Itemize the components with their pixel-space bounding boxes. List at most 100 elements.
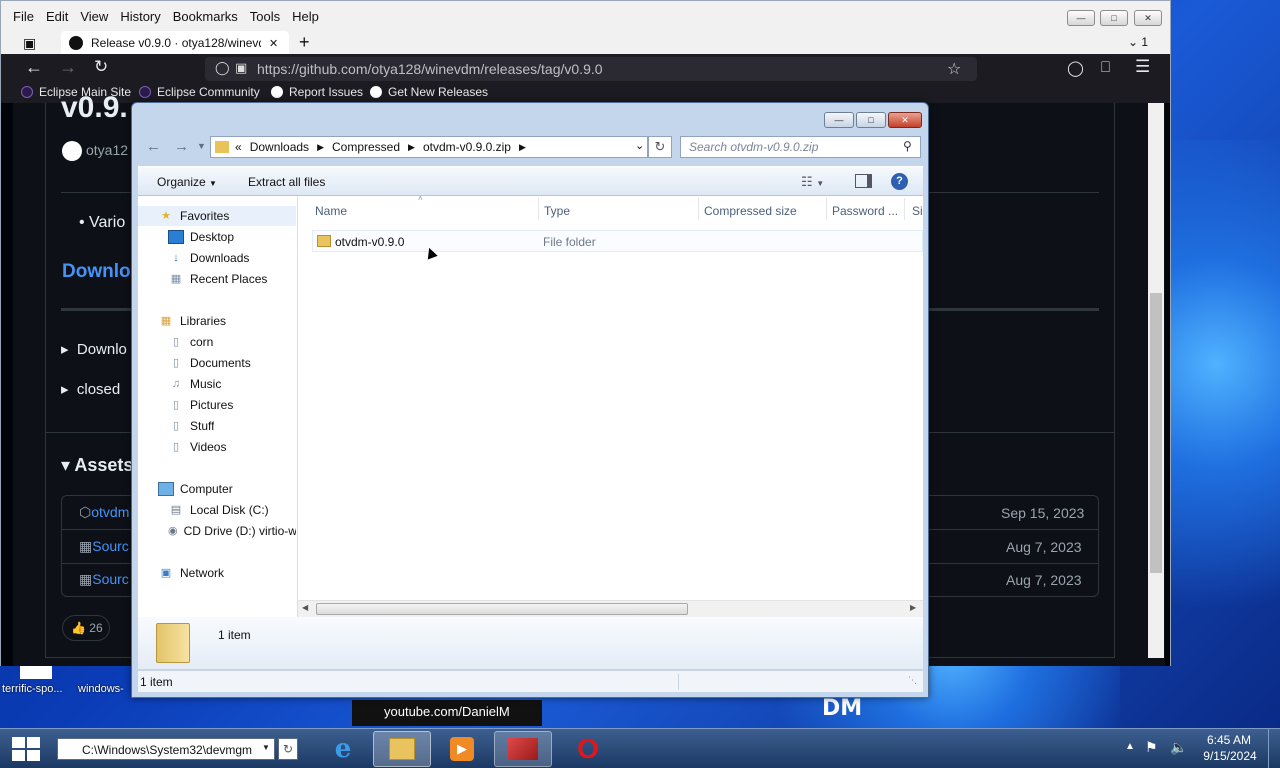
search-input[interactable]: Search otvdm-v0.9.0.zip ⚲ xyxy=(680,136,921,158)
horizontal-scrollbar[interactable]: ◀ ▶ xyxy=(298,600,923,617)
extensions-icon[interactable]: ⎕ xyxy=(1101,59,1110,76)
taskbar-internet-explorer[interactable]: e xyxy=(314,731,372,767)
start-button[interactable] xyxy=(12,737,40,761)
asset-link[interactable]: ▦Sourc xyxy=(79,538,129,555)
hamburger-menu-icon[interactable]: ☰ xyxy=(1135,57,1150,77)
taskbar-media-player[interactable]: ▶ xyxy=(433,731,491,767)
back-button[interactable]: ← xyxy=(146,138,161,155)
address-go-button[interactable]: ↻ xyxy=(278,738,298,760)
menu-file[interactable]: File xyxy=(13,9,34,24)
menu-history[interactable]: History xyxy=(120,9,160,24)
assets-toggle[interactable]: ▾ Assets xyxy=(61,455,133,476)
desktop-icon-terrific[interactable]: terrific-spo... xyxy=(2,683,63,695)
address-dropdown-icon[interactable]: ⌄ xyxy=(635,139,644,152)
search-icon[interactable]: ⚲ xyxy=(903,139,912,153)
chevron-down-icon[interactable]: ▼ xyxy=(262,743,270,752)
menu-edit[interactable]: Edit xyxy=(46,9,68,24)
account-icon[interactable]: ◯ xyxy=(1067,59,1084,77)
menu-bookmarks[interactable]: Bookmarks xyxy=(173,9,238,24)
new-tab-button[interactable]: + xyxy=(299,32,310,53)
column-compressed-size[interactable]: Compressed size xyxy=(704,204,797,218)
forward-button[interactable]: → xyxy=(59,57,77,78)
minimize-button[interactable]: — xyxy=(1067,10,1095,26)
maximize-button[interactable]: □ xyxy=(1100,10,1128,26)
nav-computer[interactable]: Computer xyxy=(158,482,233,496)
breadcrumb-compressed[interactable]: Compressed xyxy=(332,140,400,154)
close-button[interactable]: ✕ xyxy=(1134,10,1162,26)
nav-library-corn[interactable]: ▯ corn xyxy=(168,335,213,349)
lock-icon[interactable]: ▣ xyxy=(235,60,247,76)
taskbar-app[interactable] xyxy=(494,731,552,767)
nav-library-pictures[interactable]: ▯ Pictures xyxy=(168,398,233,412)
page-scrollbar[interactable] xyxy=(1148,103,1164,658)
explorer-close-button[interactable]: ✕ xyxy=(888,112,922,128)
nav-library-stuff[interactable]: ▯ Stuff xyxy=(168,419,215,433)
details-toggle-1[interactable]: ▸ Downlo xyxy=(61,340,127,358)
nav-local-disk[interactable]: ▤ Local Disk (C:) xyxy=(168,503,269,517)
nav-network[interactable]: ▣ Network xyxy=(158,566,224,580)
column-name[interactable]: Name xyxy=(315,204,347,218)
details-toggle-2[interactable]: ▸ closed xyxy=(61,380,120,398)
explorer-maximize-button[interactable]: □ xyxy=(856,112,886,128)
nav-cd-drive[interactable]: ◉ CD Drive (D:) virtio-w xyxy=(168,524,296,538)
reaction-button[interactable]: 👍 26 xyxy=(62,615,110,641)
bookmark-star-icon[interactable]: ☆ xyxy=(947,59,961,79)
asset-link[interactable]: ▦Sourc xyxy=(79,571,129,588)
reload-button[interactable]: ↻ xyxy=(94,57,108,77)
clock-time[interactable]: 6:45 AM xyxy=(1205,733,1253,747)
nav-downloads[interactable]: ↓ Downloads xyxy=(168,251,249,265)
tab-close-icon[interactable]: ✕ xyxy=(269,37,278,50)
download-link[interactable]: Downlo xyxy=(62,261,131,283)
breadcrumb-downloads[interactable]: Downloads xyxy=(250,140,309,154)
volume-muted-icon[interactable]: 🔈 xyxy=(1170,739,1187,756)
nav-library-videos[interactable]: ▯ Videos xyxy=(168,440,227,454)
menu-view[interactable]: View xyxy=(80,9,108,24)
refresh-button[interactable]: ↻ xyxy=(648,136,672,158)
menu-tools[interactable]: Tools xyxy=(250,9,280,24)
tab-active[interactable]: Release v0.9.0 · otya128/winevdm ✕ xyxy=(61,31,289,55)
scroll-right-icon[interactable]: ▶ xyxy=(910,603,916,612)
bookmark-report-issues[interactable]: Report Issues xyxy=(271,85,363,99)
chevron-right-icon[interactable]: ▶ xyxy=(317,142,324,153)
address-bar[interactable]: « Downloads ▶ Compressed ▶ otvdm-v0.9.0.… xyxy=(210,136,648,158)
avatar[interactable] xyxy=(62,141,82,161)
organize-button[interactable]: Organize ▼ xyxy=(157,175,217,189)
chevron-right-icon[interactable]: ▶ xyxy=(519,142,526,153)
shield-icon[interactable]: ◯ xyxy=(215,60,230,76)
column-password[interactable]: Password ... xyxy=(832,204,898,218)
nav-favorites[interactable]: ★ Favorites xyxy=(158,209,229,223)
resize-grip-icon[interactable]: ⋱ xyxy=(908,675,917,686)
chevron-right-icon[interactable]: ▶ xyxy=(408,142,415,153)
preview-pane-icon[interactable] xyxy=(855,174,872,188)
forward-button[interactable]: → xyxy=(174,138,189,155)
breadcrumb-zip[interactable]: otvdm-v0.9.0.zip xyxy=(423,140,511,154)
overflow-chevron-icon[interactable]: « xyxy=(235,140,242,154)
view-options-icon[interactable]: ☷ ▼ xyxy=(801,174,824,190)
recent-pages-icon[interactable]: ▼ xyxy=(197,141,206,151)
taskbar-explorer[interactable] xyxy=(373,731,431,767)
extract-all-button[interactable]: Extract all files xyxy=(248,175,325,189)
url-bar[interactable]: ◯ ▣ https://github.com/otya128/winevdm/r… xyxy=(205,57,977,81)
author-link[interactable]: otya12 xyxy=(86,142,128,158)
asset-link[interactable]: ⬡otvdm xyxy=(79,504,129,521)
nav-libraries[interactable]: ▦ Libraries xyxy=(158,314,226,328)
nav-desktop[interactable]: Desktop xyxy=(168,230,234,244)
action-center-icon[interactable]: ⚑ xyxy=(1145,739,1158,756)
desktop-icon-windows[interactable]: windows- xyxy=(78,683,124,695)
file-row[interactable]: otvdm-v0.9.0 File folder xyxy=(312,230,923,252)
explorer-minimize-button[interactable]: — xyxy=(824,112,854,128)
menu-help[interactable]: Help xyxy=(292,9,319,24)
bookmark-eclipse-community[interactable]: Eclipse Community xyxy=(139,85,260,99)
back-button[interactable]: ← xyxy=(25,57,43,78)
column-type[interactable]: Type xyxy=(544,204,570,218)
scrollbar-thumb[interactable] xyxy=(316,603,688,615)
nav-library-documents[interactable]: ▯ Documents xyxy=(168,356,251,370)
scrollbar-thumb[interactable] xyxy=(1150,293,1162,573)
column-size[interactable]: Si xyxy=(912,204,923,218)
clock-date[interactable]: 9/15/2024 xyxy=(1200,749,1260,763)
help-icon[interactable]: ? xyxy=(891,173,908,190)
show-hidden-icons-icon[interactable]: ▲ xyxy=(1125,741,1135,752)
taskbar-opera[interactable]: O xyxy=(559,731,617,767)
nav-recent-places[interactable]: ▦ Recent Places xyxy=(168,272,268,286)
tab-list-button[interactable]: ⌄ 1 xyxy=(1128,35,1148,49)
